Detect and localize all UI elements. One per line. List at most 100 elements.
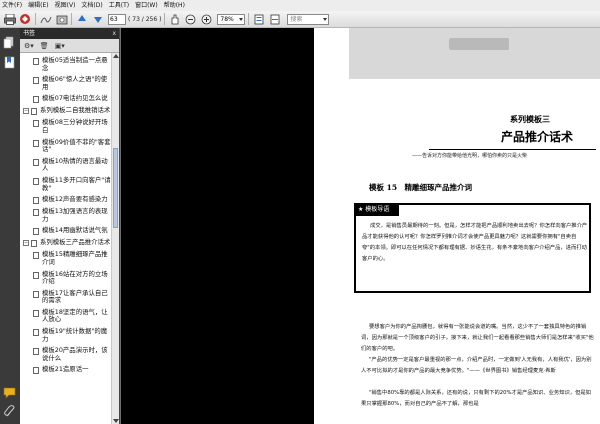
- bookmark-label: 模板19"统计数据"的魔力: [42, 327, 108, 343]
- close-icon[interactable]: x: [112, 28, 116, 39]
- attachment-icon[interactable]: [3, 405, 16, 418]
- body-paragraph: "销售中80%靠的都是人际关系，还有的说，只有剩下的20%才是产品知识、业务知识…: [361, 390, 591, 407]
- bookmark-page-icon: [33, 309, 39, 317]
- banner-decoration: [449, 38, 509, 50]
- bookmarks-panel-header: 书签 x: [20, 28, 119, 39]
- toolbar: 63 ( 73 / 256 ) 78% 搜索: [0, 11, 600, 28]
- comment-icon[interactable]: [3, 386, 16, 399]
- new-bookmark-icon[interactable]: ▣▾: [55, 42, 65, 50]
- quote-line: ——告诉对方你能带给他光明，哪怕你卖的只是火柴: [412, 153, 528, 159]
- bookmark-page-icon: [33, 290, 39, 298]
- options-gear-icon[interactable]: ⚙▾: [24, 42, 34, 50]
- collapse-icon[interactable]: −: [23, 108, 29, 115]
- menu-item[interactable]: 文件(F): [2, 0, 22, 11]
- bookmark-item[interactable]: 模板11多开口向客户"请教": [20, 176, 112, 192]
- intro-box: ★ 模板导语 成交，是销售员最期待的一刻。但是，怎样才能把产品顺利地卖出去呢？你…: [354, 203, 591, 293]
- print-icon[interactable]: [3, 13, 16, 26]
- toolbar-separator: [248, 13, 250, 25]
- bookmark-item[interactable]: 模板05适当制造一点悬念: [20, 56, 112, 72]
- zoom-select[interactable]: 78%: [217, 13, 246, 25]
- previous-page-edge: [121, 28, 314, 424]
- bookmark-page-icon: [33, 139, 39, 147]
- bookmark-page-icon: [33, 158, 39, 166]
- menu-item[interactable]: 文档(D): [81, 0, 102, 11]
- fit-width-icon[interactable]: [268, 13, 281, 26]
- menu-item[interactable]: 帮助(H): [164, 0, 185, 11]
- menu-item[interactable]: 视图(V): [55, 0, 76, 11]
- bookmark-label: 模板21造原话一: [42, 365, 89, 374]
- bookmark-item[interactable]: 模板15精雕细琢产品推介词: [20, 250, 112, 266]
- bookmark-item[interactable]: 模板08三分钟说好开场白: [20, 119, 112, 134]
- bookmark-label: 模板18坚定的语气，让人放心: [42, 307, 108, 324]
- page-count: ( 73 / 256 ): [128, 15, 162, 23]
- bookmark-label: 模板20产品演示时，该说什么: [42, 346, 108, 362]
- bookmark-label: 模板14用幽默话说气氛: [42, 226, 108, 235]
- delete-bookmark-icon[interactable]: 🗑: [40, 42, 49, 50]
- menu-bar: 文件(F) 编辑(E) 视图(V) 文档(D) 工具(T) 窗口(W) 帮助(H): [0, 0, 600, 11]
- scroll-up-icon[interactable]: [113, 54, 119, 58]
- select-hand-icon[interactable]: [168, 13, 181, 26]
- bookmark-item[interactable]: 模板17让客户承认自己的需求: [20, 289, 112, 305]
- document-view[interactable]: 系列模板三 产品推介话术 ——告诉对方你能带给他光明，哪怕你卖的只是火柴 模板 …: [121, 28, 600, 424]
- bookmark-page-icon: [33, 77, 39, 85]
- sign-icon[interactable]: [39, 13, 52, 26]
- bookmark-item[interactable]: 模板16站在对方的立场介绍: [20, 269, 112, 286]
- template-title: 模板 15 精雕细琢产品推介词: [369, 183, 473, 192]
- bookmarks-icon[interactable]: [3, 56, 16, 69]
- snapshot-icon[interactable]: [55, 13, 68, 26]
- bookmark-label: 模板10热情的语言最动人: [42, 156, 108, 173]
- bookmark-item[interactable]: 模板14用幽默话说气氛: [20, 226, 112, 236]
- body-paragraph: "产品的优势一定是客户最重视的那一点，介绍产品时，一定做到'人无我有，人有我优'…: [361, 357, 592, 374]
- bookmark-item[interactable]: 模板20产品演示时，该说什么: [20, 346, 112, 362]
- topic-title: 产品推介话术: [501, 130, 574, 144]
- bookmark-item[interactable]: 模板19"统计数据"的魔力: [20, 327, 112, 343]
- page-number-input[interactable]: 63: [108, 13, 126, 25]
- bookmark-item[interactable]: 模板09价值不菲的"客套话": [20, 138, 112, 154]
- bookmark-label: 系列模板二自我推销话术: [40, 106, 111, 115]
- bookmark-page-icon: [33, 96, 39, 104]
- pages-icon[interactable]: [3, 36, 16, 49]
- menu-item[interactable]: 窗口(W): [135, 0, 158, 11]
- bookmark-page-icon: [31, 240, 37, 248]
- fit-page-icon[interactable]: [252, 13, 265, 26]
- search-input[interactable]: 搜索: [287, 13, 330, 25]
- bookmark-item[interactable]: 模板10热情的语言最动人: [20, 156, 112, 173]
- bookmark-item[interactable]: 模板07电话约见怎么说: [20, 95, 112, 104]
- chevron-down-icon: [323, 17, 328, 21]
- zoom-in-icon[interactable]: [200, 13, 213, 26]
- bookmark-label: 模板15精雕细琢产品推介词: [42, 250, 108, 266]
- bookmark-page-icon: [33, 197, 39, 205]
- intro-box-text: 成交，是销售员最期待的一刻。但是，怎样才能把产品顺利地卖出去呢？你怎样向客户推介…: [362, 223, 588, 262]
- bookmark-group[interactable]: − 系列模板三产品推介话术: [20, 239, 112, 248]
- menu-item[interactable]: 工具(T): [109, 0, 129, 11]
- bookmark-page-icon: [33, 58, 39, 65]
- zoom-out-icon[interactable]: [184, 13, 197, 26]
- navigation-rail: [0, 28, 20, 424]
- previous-page-icon[interactable]: [75, 13, 88, 26]
- bookmark-item[interactable]: 模板18坚定的语气，让人放心: [20, 307, 112, 324]
- bookmarks-toolbar: ⚙▾ 🗑 ▣▾: [20, 39, 119, 53]
- scroll-down-icon[interactable]: [113, 419, 119, 423]
- bookmark-page-icon: [33, 271, 39, 279]
- bookmark-page-icon: [33, 120, 39, 128]
- bookmark-list: 模板05适当制造一点悬念 模板06"惊人之语"的使用 模板07电话约见怎么说 − 系列模…: [20, 53, 112, 424]
- bookmark-label: 模板16站在对方的立场介绍: [42, 269, 108, 286]
- body-paragraph: 要想客户为你的产品掏腰包，就得有一张能说会道的嘴。当然，这少不了一套独具特色的推…: [361, 324, 594, 352]
- bookmark-page-icon: [33, 177, 39, 185]
- next-page-icon[interactable]: [91, 13, 104, 26]
- menu-item[interactable]: 编辑(E): [28, 0, 48, 11]
- bookmark-item[interactable]: 模板21造原话一: [20, 365, 112, 375]
- bookmark-item[interactable]: 模板12声音要有感染力: [20, 196, 112, 205]
- collapse-icon[interactable]: −: [23, 240, 29, 247]
- acrobat-tools-icon[interactable]: [19, 13, 32, 26]
- bookmark-label: 模板08三分钟说好开场白: [42, 118, 108, 134]
- bookmark-item[interactable]: 模板06"惊人之语"的使用: [20, 75, 112, 91]
- bookmark-group[interactable]: − 系列模板二自我推销话术: [20, 106, 112, 116]
- scrollbar-thumb[interactable]: [113, 148, 118, 228]
- toolbar-separator: [35, 13, 36, 25]
- bookmark-label: 模板13加强语言的表现力: [42, 207, 108, 223]
- bookmark-scrollbar[interactable]: [111, 53, 119, 424]
- document-page: 系列模板三 产品推介话术 ——告诉对方你能带给他光明，哪怕你卖的只是火柴 模板 …: [314, 28, 600, 424]
- bookmark-page-icon: [31, 108, 37, 116]
- bookmark-item[interactable]: 模板13加强语言的表现力: [20, 207, 112, 223]
